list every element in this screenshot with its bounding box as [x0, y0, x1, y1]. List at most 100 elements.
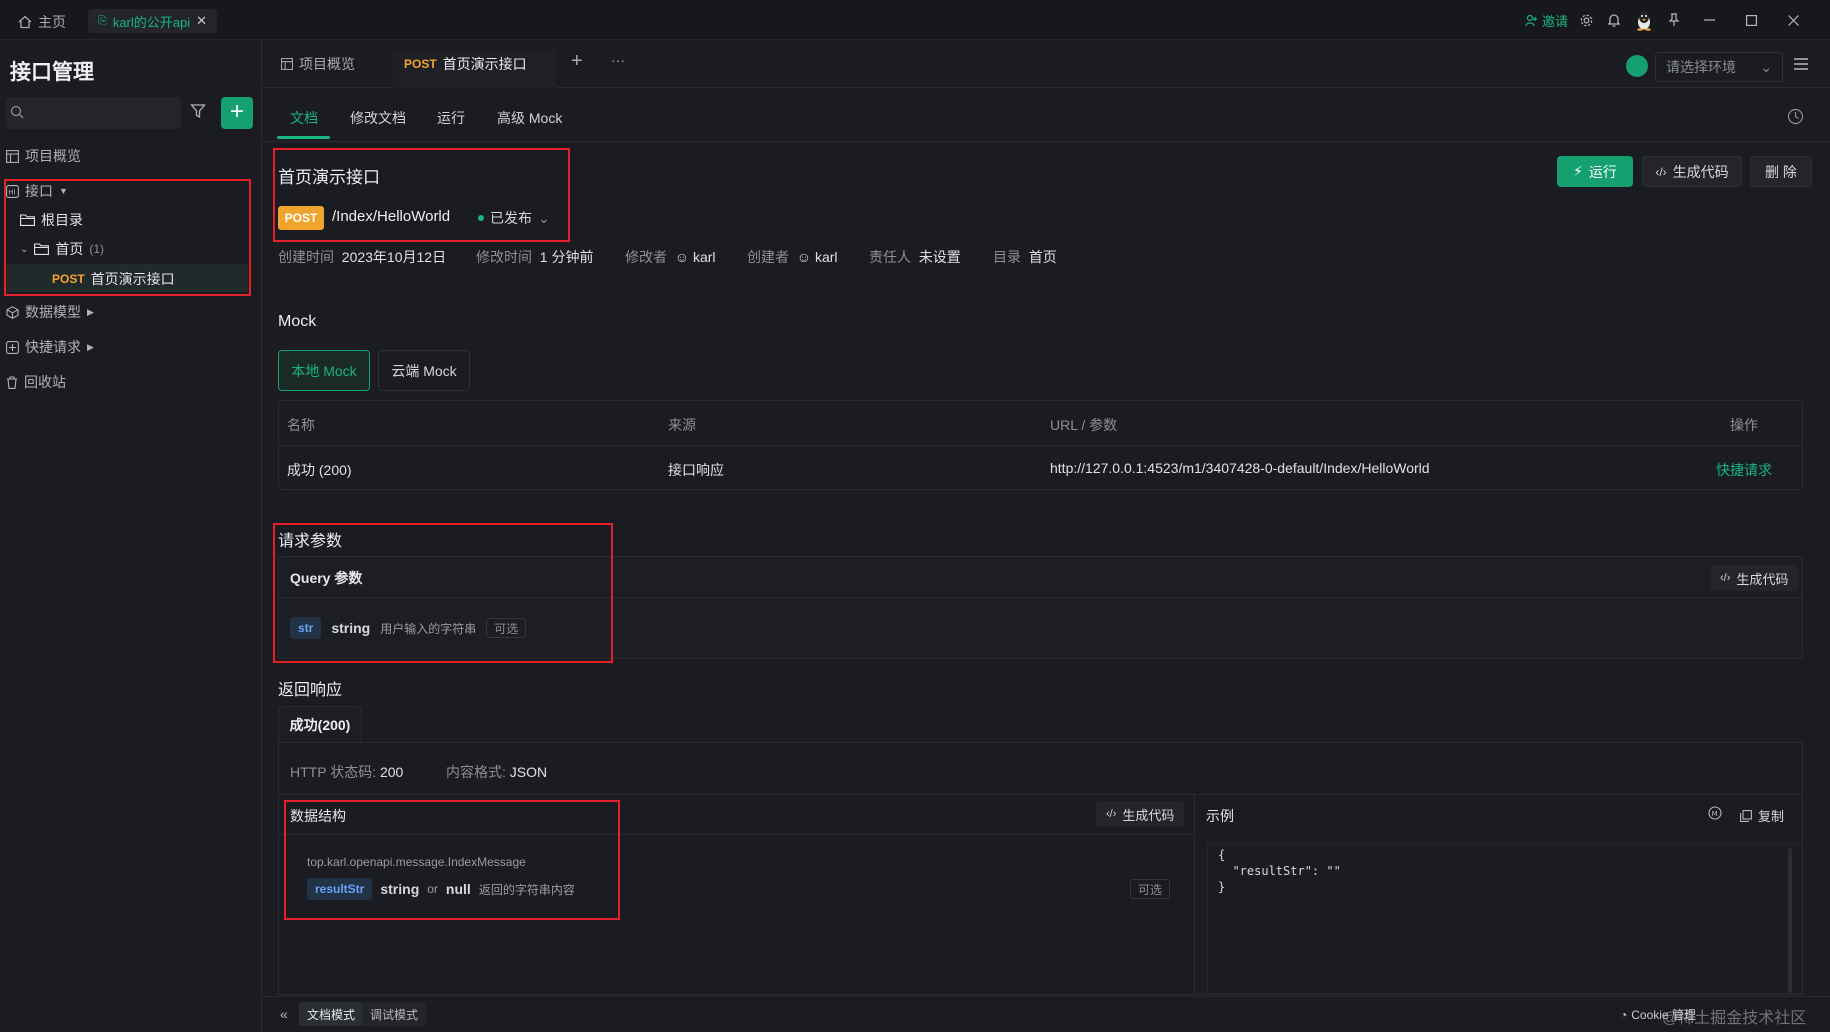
filter-icon[interactable]: [190, 103, 206, 119]
generate-code-label: 生成代码: [1672, 163, 1729, 180]
pin-icon[interactable]: [1664, 10, 1684, 30]
highlight-box-header: [273, 148, 570, 242]
meta-value: 2023年10月12日: [341, 249, 447, 265]
meta-value: 首页: [1028, 249, 1057, 265]
run-label: 运行: [1588, 163, 1617, 180]
tab-label: 首页演示接口: [442, 56, 527, 72]
generate-code-button[interactable]: ‹/› 生成代码: [1096, 801, 1185, 827]
project-tab[interactable]: ⎘ karl的公开api ✕: [88, 9, 218, 33]
copy-icon: [1740, 809, 1752, 822]
meta-created: 创建时间 2023年10月12日: [278, 247, 446, 267]
meta-modified: 修改时间 1 分钟前: [476, 247, 593, 267]
column-header: 操作: [1730, 417, 1758, 433]
sidebar-item-label: 项目概览: [25, 148, 81, 164]
http-status-label: HTTP 状态码:: [290, 764, 377, 780]
robot-icon: ☺: [796, 249, 812, 265]
invite-label: 邀请: [1542, 13, 1569, 29]
robot-icon: ☺: [674, 249, 690, 265]
response-tab-200[interactable]: 成功(200): [278, 706, 362, 742]
sidebar-item-data-model[interactable]: 数据模型 ▶: [6, 302, 94, 322]
doc-mode-button[interactable]: 文档模式: [299, 1002, 364, 1026]
field-optional-badge: 可选: [1130, 879, 1171, 899]
sidebar-item-overview[interactable]: 项目概览: [6, 146, 81, 166]
mock-row-url[interactable]: http://127.0.0.1:4523/m1/3407428-0-defau…: [1050, 460, 1430, 476]
search-icon: [10, 105, 24, 119]
sidebar-item-label: 回收站: [24, 374, 66, 390]
panel-divider: [279, 794, 1802, 795]
sidebar-item-label: 数据模型: [25, 304, 81, 320]
code-icon: ‹/›: [1106, 808, 1117, 820]
subtab-edit-docs[interactable]: 修改文档: [350, 108, 406, 128]
tab-endpoint[interactable]: POST 首页演示接口: [404, 54, 527, 74]
meta-value: 1 分钟前: [539, 249, 594, 265]
user-avatar-icon[interactable]: [1632, 10, 1656, 31]
subtab-advanced-mock[interactable]: 高级 Mock: [497, 108, 562, 128]
home-tab[interactable]: 主页: [18, 12, 66, 32]
subtab-docs[interactable]: 文档: [290, 108, 318, 128]
response-heading: 返回响应: [278, 682, 343, 699]
window-close-icon[interactable]: [1776, 10, 1810, 30]
scrollbar[interactable]: [1788, 848, 1792, 993]
content-format: 内容格式: JSON: [446, 762, 547, 782]
sidebar-item-trash[interactable]: 回收站: [6, 372, 66, 392]
env-select[interactable]: 请选择环境 ⌄: [1655, 52, 1783, 82]
gear-icon[interactable]: [1576, 10, 1596, 30]
collapse-icon[interactable]: «: [280, 1006, 288, 1022]
format-icon[interactable]: M: [1708, 806, 1722, 820]
generate-code-label: 生成代码: [1736, 571, 1789, 587]
split-divider: [1194, 795, 1195, 995]
table-divider: [279, 445, 1802, 446]
add-tab-button[interactable]: +: [571, 50, 583, 73]
sidebar-item-quick-request[interactable]: 快捷请求 ▶: [6, 337, 94, 357]
minimize-icon[interactable]: [1692, 10, 1726, 30]
tab-project-overview[interactable]: 项目概览: [281, 54, 355, 74]
caret-right-icon: ▶: [87, 341, 94, 352]
debug-mode-button[interactable]: 调试模式: [362, 1002, 427, 1026]
content-format-value: JSON: [509, 764, 548, 780]
subtab-run[interactable]: 运行: [437, 108, 465, 128]
titlebar-actions: 邀请: [1525, 10, 1810, 31]
watermark: @稀土掘金技术社区: [1662, 1010, 1807, 1027]
menu-icon[interactable]: [1794, 58, 1808, 70]
env-status-icon[interactable]: [1626, 55, 1648, 77]
home-icon: [18, 15, 32, 29]
subtab-indicator: [277, 136, 330, 139]
meta-label: 创建者: [747, 249, 789, 265]
maximize-icon[interactable]: [1734, 10, 1768, 30]
project-tab-label: karl的公开api: [112, 14, 191, 30]
local-mock-button[interactable]: 本地 Mock: [278, 350, 370, 391]
invite-button[interactable]: 邀请: [1525, 11, 1568, 30]
generate-code-button[interactable]: ‹/› 生成代码: [1642, 156, 1742, 187]
svg-text:M: M: [1712, 810, 1718, 818]
example-label: 示例: [1206, 808, 1234, 824]
highlight-box-tree: [4, 179, 251, 296]
quick-request-icon: [6, 340, 19, 354]
generate-code-button[interactable]: ‹/› 生成代码: [1710, 565, 1799, 591]
more-tabs-button[interactable]: ···: [611, 52, 625, 68]
example-code-block[interactable]: { "resultStr": "" }: [1207, 844, 1802, 994]
caret-right-icon: ▶: [87, 306, 94, 317]
history-icon[interactable]: [1787, 108, 1804, 125]
bell-icon[interactable]: [1604, 10, 1624, 30]
cube-icon: [6, 305, 19, 319]
copy-button[interactable]: 复制: [1740, 806, 1784, 825]
code-icon: ‹/›: [1720, 572, 1731, 584]
quick-request-link[interactable]: 快捷请求: [1716, 460, 1772, 480]
add-user-icon: [1525, 14, 1538, 27]
highlight-box-request: [273, 523, 613, 663]
close-icon[interactable]: ✕: [196, 13, 207, 29]
run-button[interactable]: ⚡ 运行: [1557, 156, 1633, 187]
meta-owner: 责任人 未设置: [869, 247, 961, 267]
method-badge: POST: [404, 57, 437, 71]
code-line: {: [1218, 848, 1226, 862]
cloud-mock-button[interactable]: 云端 Mock: [378, 350, 470, 391]
search-input[interactable]: [6, 97, 181, 129]
delete-button[interactable]: 删 除: [1750, 156, 1812, 187]
sidebar-item-label: 快捷请求: [25, 339, 81, 355]
code-line: "resultStr": "": [1218, 864, 1341, 878]
code-icon: ‹/›: [1655, 164, 1667, 179]
add-button[interactable]: +: [221, 97, 253, 129]
generate-code-label: 生成代码: [1122, 807, 1175, 823]
http-status-value: 200: [379, 764, 404, 780]
meta-value: 未设置: [918, 249, 961, 265]
